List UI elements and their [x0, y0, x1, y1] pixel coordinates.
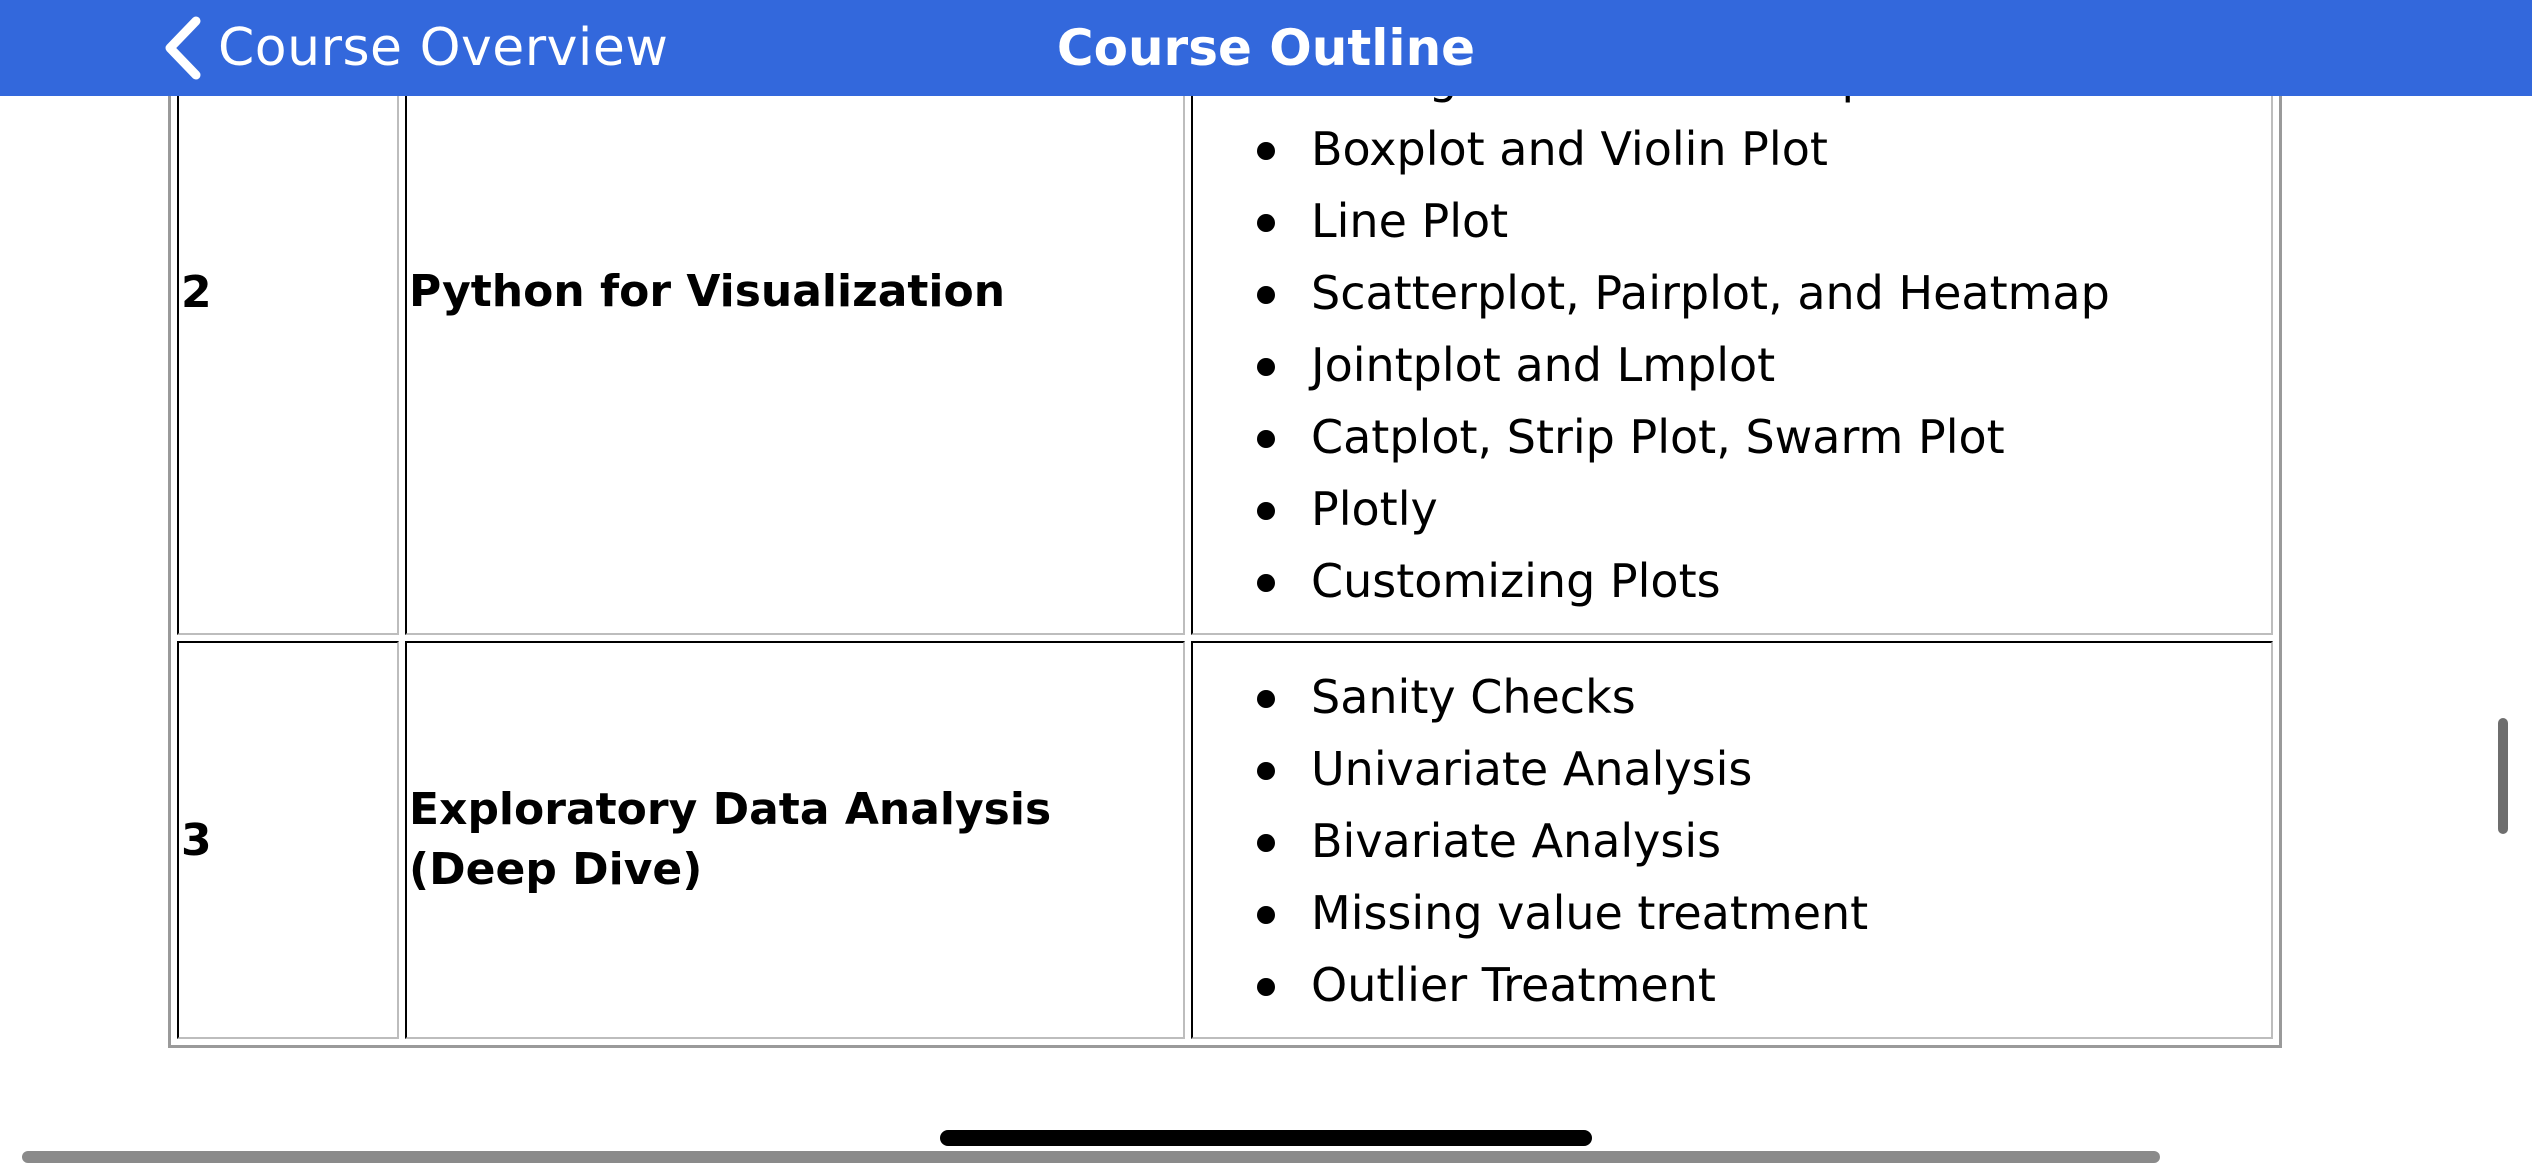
list-item: Univariate Analysis — [1257, 733, 2271, 805]
chevron-left-icon — [165, 16, 201, 80]
list-item: Jointplot and Lmplot — [1257, 329, 2271, 401]
course-outline-table-container[interactable]: 2Python for VisualizationData Loading an… — [168, 0, 2282, 1048]
list-item: Plotly — [1257, 473, 2271, 545]
topic-list: Sanity Checks Univariate Analysis Bivariat… — [1193, 643, 2271, 1037]
list-item: Line Plot — [1257, 185, 2271, 257]
list-item: Boxplot and Violin Plot — [1257, 113, 2271, 185]
back-button-label: Course Overview — [218, 18, 669, 78]
back-button[interactable]: Course Overview — [160, 0, 668, 96]
vertical-scrollbar[interactable] — [2498, 718, 2508, 834]
list-item: Sanity Checks — [1257, 661, 2271, 733]
list-item: Outlier Treatment — [1257, 949, 2271, 1021]
list-item: Catplot, Strip Plot, Swarm Plot — [1257, 401, 2271, 473]
navigation-bar: Course Overview Course Outline — [0, 0, 2532, 96]
list-item: Missing value treatment — [1257, 877, 2271, 949]
list-item: Bivariate Analysis — [1257, 805, 2271, 877]
horizontal-scrollbar[interactable] — [22, 1151, 2160, 1163]
module-number: 3 — [177, 641, 399, 1039]
list-item: Customizing Plots — [1257, 545, 2271, 617]
list-item: Scatterplot, Pairplot, and Heatmap — [1257, 257, 2271, 329]
table-row: 3 Exploratory Data Analysis (Deep Dive) Sa… — [177, 641, 2273, 1039]
home-indicator[interactable] — [940, 1130, 1592, 1146]
module-topics: Sanity Checks Univariate Analysis Bivariat… — [1191, 641, 2273, 1039]
module-title: Exploratory Data Analysis (Deep Dive) — [405, 641, 1185, 1039]
course-outline-table: 2Python for VisualizationData Loading an… — [168, 0, 2282, 1048]
